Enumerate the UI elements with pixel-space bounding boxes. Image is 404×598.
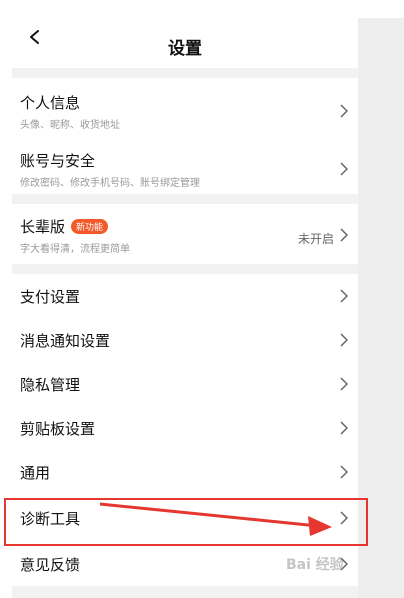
annotation-arrow [99, 502, 332, 536]
watermark: Bai 经验 [286, 557, 344, 573]
